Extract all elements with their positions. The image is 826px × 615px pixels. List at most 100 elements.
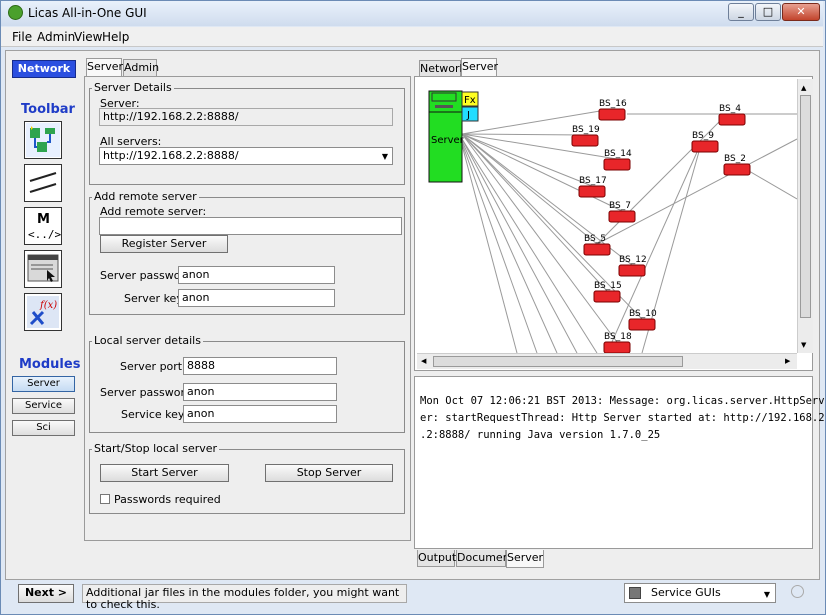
server-port-input[interactable]: 8888 bbox=[183, 357, 337, 375]
horizontal-scroll-thumb[interactable] bbox=[433, 356, 683, 367]
console-line-2: er: startRequestThread: Http Server star… bbox=[420, 412, 825, 424]
service-key-input[interactable]: anon bbox=[183, 405, 337, 423]
svg-text:f(x): f(x) bbox=[39, 300, 57, 311]
menu-view[interactable]: View bbox=[74, 30, 102, 44]
remote-key-label: Server key: bbox=[124, 292, 186, 305]
graph-node-bs_14[interactable]: BS_14 bbox=[603, 149, 632, 171]
menu-admin[interactable]: Admin bbox=[37, 30, 75, 44]
local-server-legend: Local server details bbox=[92, 334, 203, 347]
graph-node-bs_12[interactable]: BS_12 bbox=[618, 255, 647, 277]
scroll-right-icon[interactable]: ▶ bbox=[785, 357, 790, 365]
graph-node-bs_10[interactable]: BS_10 bbox=[628, 309, 657, 331]
service-guis-label: Service GUIs bbox=[651, 586, 721, 599]
graph-node-label: BS_2 bbox=[724, 154, 746, 164]
network-button[interactable]: Network bbox=[12, 60, 76, 78]
console-line-1: Mon Oct 07 12:06:21 BST 2013: Message: o… bbox=[420, 395, 825, 407]
console-line-3: .2:8888/ running Java version 1.7.0_25 bbox=[420, 429, 661, 441]
graph-node-bs_2[interactable]: BS_2 bbox=[723, 154, 751, 176]
server-details-legend: Server Details bbox=[92, 81, 174, 94]
network-graph: Server Fx J BS_16 BS_4 BS_19 BS_9 BS_14 BS_2 B… bbox=[428, 90, 797, 353]
graph-node-bs_16[interactable]: BS_16 bbox=[598, 99, 627, 121]
graph-node-label: BS_17 bbox=[579, 176, 607, 186]
server-node[interactable]: Server bbox=[428, 90, 465, 183]
remote-password-input[interactable]: anon bbox=[178, 266, 335, 284]
service-guis-icon bbox=[629, 587, 641, 599]
add-remote-input[interactable] bbox=[99, 217, 402, 235]
passwords-required-checkbox[interactable] bbox=[100, 494, 110, 504]
graph-node-label: BS_5 bbox=[584, 234, 606, 244]
menu-help[interactable]: Help bbox=[102, 30, 129, 44]
graph-node-label: BS_12 bbox=[619, 255, 647, 265]
graph-node-bs_19[interactable]: BS_19 bbox=[571, 125, 600, 147]
service-guis-select[interactable]: Service GUIs ▼ bbox=[624, 583, 776, 603]
vertical-scroll-thumb[interactable] bbox=[800, 95, 811, 318]
all-servers-select[interactable]: http://192.168.2.2:8888/ ▼ bbox=[99, 147, 393, 165]
tab-server[interactable]: Server bbox=[86, 58, 123, 76]
service-key-label: Service key: bbox=[121, 408, 188, 421]
minimize-button[interactable]: _ bbox=[728, 3, 754, 21]
close-button[interactable]: ✕ bbox=[782, 3, 820, 21]
svg-text:M: M bbox=[37, 212, 50, 227]
tab-network[interactable]: Network bbox=[419, 60, 466, 77]
module-service-button[interactable]: Service bbox=[12, 398, 75, 414]
tab-server-graph[interactable]: Server bbox=[461, 58, 498, 76]
chevron-down-icon: ▼ bbox=[763, 590, 770, 599]
start-server-button[interactable]: Start Server bbox=[100, 464, 229, 482]
graph-node-label: BS_9 bbox=[692, 131, 714, 141]
graph-node-bs_7[interactable]: BS_7 bbox=[608, 201, 636, 223]
server-port-label: Server port: bbox=[120, 360, 186, 373]
local-password-input[interactable]: anon bbox=[183, 383, 337, 401]
graph-node-label: BS_7 bbox=[609, 201, 631, 211]
status-message: Additional jar files in the modules fold… bbox=[82, 584, 407, 611]
menu-file[interactable]: File bbox=[12, 30, 32, 44]
svg-text:<../>: <../> bbox=[28, 228, 61, 241]
network-map-icon[interactable] bbox=[24, 121, 62, 159]
scroll-left-icon[interactable]: ◀ bbox=[421, 357, 426, 365]
maximize-button[interactable]: □ bbox=[755, 3, 781, 21]
j-tag-label: J bbox=[466, 110, 470, 121]
graph-node-label: BS_10 bbox=[629, 309, 657, 319]
remote-server-legend: Add remote server bbox=[92, 190, 199, 203]
stop-server-button[interactable]: Stop Server bbox=[265, 464, 393, 482]
graph-node-bs_5[interactable]: BS_5 bbox=[583, 234, 611, 256]
graph-node-bs_17[interactable]: BS_17 bbox=[578, 176, 607, 198]
next-button[interactable]: Next > bbox=[18, 584, 74, 603]
toolbar-title: Toolbar bbox=[21, 102, 75, 117]
metrics-icon[interactable]: M <../> bbox=[24, 207, 62, 245]
graph-vertical-scrollbar[interactable]: ▲ ▼ bbox=[797, 79, 813, 353]
tab-output[interactable]: Output bbox=[417, 550, 456, 567]
remote-key-input[interactable]: anon bbox=[178, 289, 335, 307]
scroll-down-icon[interactable]: ▼ bbox=[801, 341, 806, 349]
graph-node-label: BS_15 bbox=[594, 281, 622, 291]
graph-node-label: BS_19 bbox=[572, 125, 600, 135]
all-servers-value: http://192.168.2.2:8888/ bbox=[103, 149, 239, 162]
local-password-label: Server password: bbox=[100, 386, 196, 399]
graph-node-label: BS_18 bbox=[604, 332, 632, 342]
tab-admin[interactable]: Admin bbox=[123, 59, 159, 76]
graph-node-bs_4[interactable]: BS_4 bbox=[718, 104, 746, 126]
graph-node-label: BS_16 bbox=[599, 99, 627, 109]
status-indicator-icon bbox=[791, 585, 804, 598]
chevron-down-icon: ▼ bbox=[381, 152, 388, 161]
function-tools-icon[interactable]: f(x) bbox=[24, 293, 62, 331]
graph-node-label: BS_4 bbox=[719, 104, 741, 114]
tab-server-output[interactable]: Server bbox=[506, 550, 544, 568]
link-icon[interactable] bbox=[24, 164, 62, 202]
register-server-button[interactable]: Register Server bbox=[100, 235, 228, 253]
startstop-legend: Start/Stop local server bbox=[92, 442, 220, 455]
passwords-required-label: Passwords required bbox=[114, 493, 221, 506]
tab-document[interactable]: Document bbox=[456, 550, 514, 567]
fx-tag-label: Fx bbox=[464, 95, 476, 106]
module-server-button[interactable]: Server bbox=[12, 376, 75, 392]
terminal-icon[interactable] bbox=[24, 250, 62, 288]
graph-node-bs_15[interactable]: BS_15 bbox=[593, 281, 622, 303]
module-sci-button[interactable]: Sci bbox=[12, 420, 75, 436]
graph-node-bs_9[interactable]: BS_9 bbox=[691, 131, 719, 153]
j-tag[interactable] bbox=[461, 106, 479, 122]
modules-title: Modules bbox=[19, 357, 81, 372]
server-node-label: Server bbox=[431, 135, 465, 146]
scroll-up-icon[interactable]: ▲ bbox=[801, 84, 806, 92]
graph-node-bs_18[interactable]: BS_18 bbox=[603, 332, 632, 353]
graph-horizontal-scrollbar[interactable]: ◀ ▶ bbox=[417, 353, 797, 369]
graph-node-label: BS_14 bbox=[604, 149, 632, 159]
